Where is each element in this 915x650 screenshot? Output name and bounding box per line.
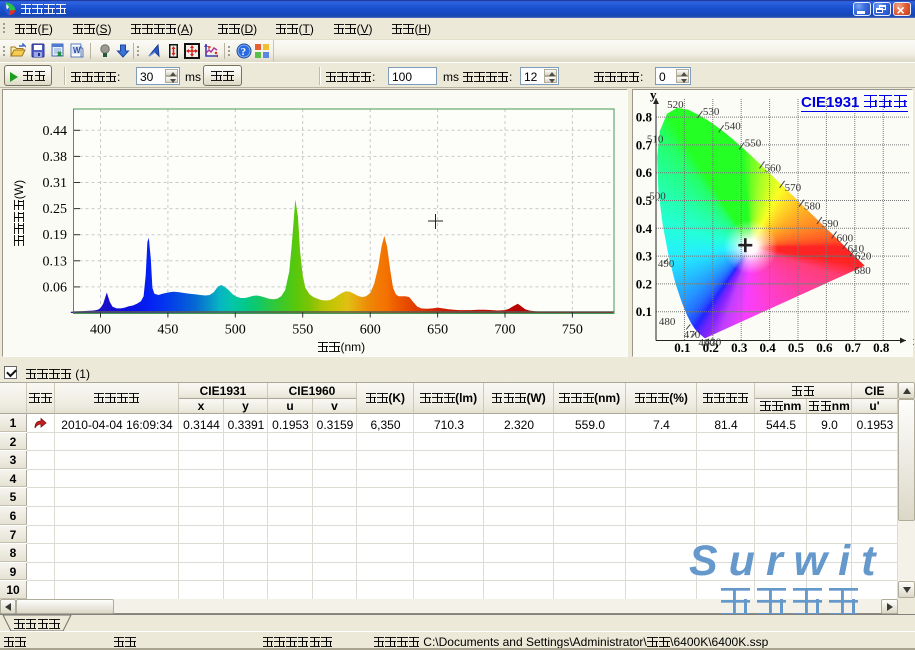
svg-text:650: 650	[427, 323, 448, 338]
svg-text:0.19: 0.19	[43, 228, 68, 243]
svg-text:0.3: 0.3	[636, 249, 653, 264]
svg-text:480: 480	[659, 316, 676, 328]
svg-text:0.13: 0.13	[43, 254, 68, 269]
svg-text:0.2: 0.2	[636, 276, 652, 291]
svg-text:540: 540	[724, 120, 741, 132]
svg-text:0.8: 0.8	[873, 340, 890, 355]
svg-text:0.8: 0.8	[636, 110, 653, 125]
svg-text:y: y	[650, 90, 657, 102]
svg-text:0.6: 0.6	[636, 165, 653, 180]
svg-text:550: 550	[292, 323, 313, 338]
svg-text:0.06: 0.06	[43, 280, 68, 295]
svg-text:570: 570	[785, 182, 802, 194]
svg-text:500: 500	[225, 323, 246, 338]
svg-text:0.3: 0.3	[731, 340, 748, 355]
svg-text:680: 680	[854, 265, 871, 277]
svg-text:0.6: 0.6	[816, 340, 833, 355]
svg-text:520: 520	[667, 99, 684, 111]
svg-text:750: 750	[562, 323, 583, 338]
svg-text:0.5: 0.5	[788, 340, 805, 355]
svg-text:x: x	[913, 333, 914, 348]
svg-text:560: 560	[765, 162, 782, 174]
svg-text:0.38: 0.38	[43, 150, 68, 165]
svg-text:420: 420	[705, 337, 722, 349]
svg-text:530: 530	[703, 106, 720, 118]
svg-text:700: 700	[495, 323, 516, 338]
svg-text:0.44: 0.44	[43, 124, 68, 139]
svg-text:580: 580	[804, 201, 821, 213]
svg-text:490: 490	[658, 258, 675, 270]
svg-text:450: 450	[157, 323, 178, 338]
svg-text:0.4: 0.4	[636, 221, 653, 236]
svg-text:?: ?	[241, 46, 247, 58]
svg-text:0.7: 0.7	[845, 340, 862, 355]
svg-text:W: W	[73, 46, 81, 55]
svg-text:590: 590	[822, 218, 839, 230]
svg-text:510: 510	[647, 133, 664, 145]
svg-text:400: 400	[90, 323, 111, 338]
svg-text:500: 500	[649, 190, 666, 202]
svg-text:0.25: 0.25	[43, 202, 68, 217]
svg-text:0.1: 0.1	[674, 340, 690, 355]
svg-text:620: 620	[855, 250, 872, 262]
svg-text:600: 600	[360, 323, 381, 338]
svg-text:550: 550	[745, 138, 762, 150]
svg-text:0.4: 0.4	[759, 340, 776, 355]
svg-text:0.1: 0.1	[636, 304, 652, 319]
svg-text:0.31: 0.31	[43, 176, 68, 191]
